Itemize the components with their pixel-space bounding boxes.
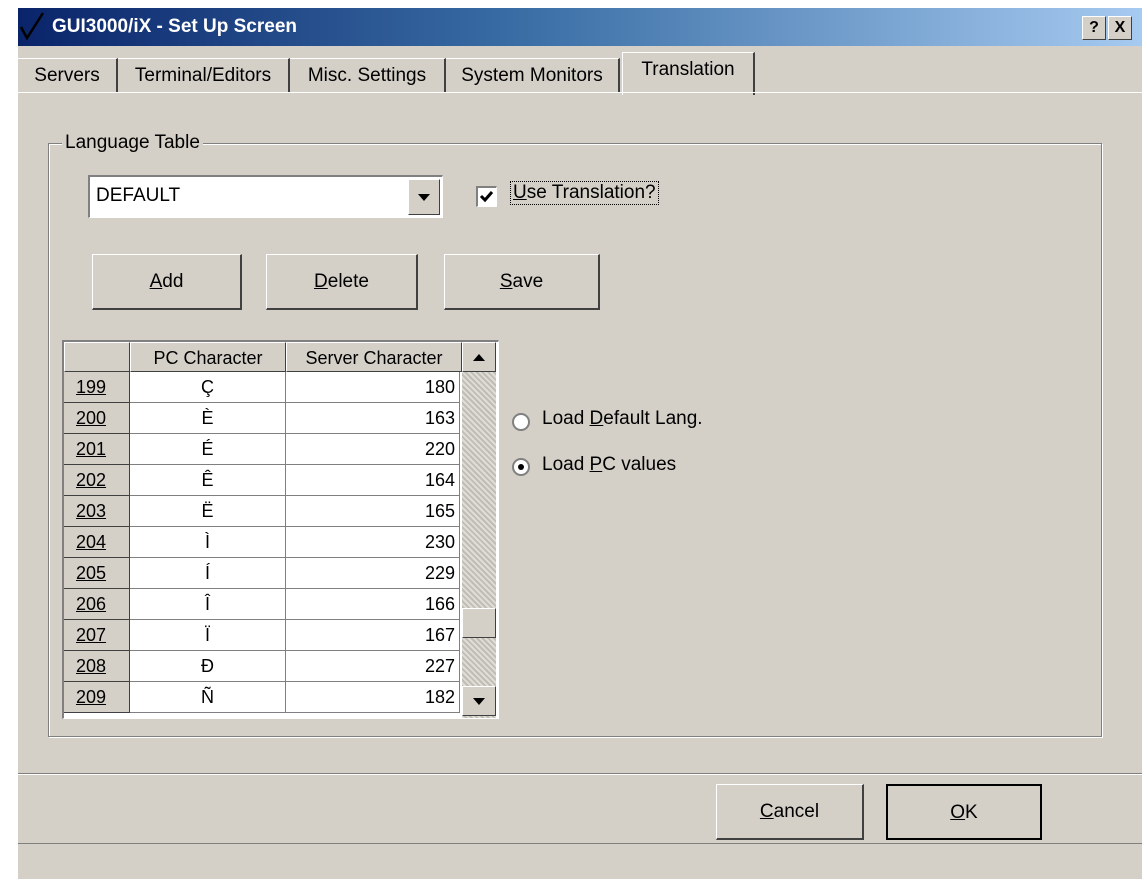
tab-strip: Servers Terminal/Editors Misc. Settings … [18, 52, 1142, 95]
save-button[interactable]: Save [444, 254, 600, 310]
server-character-cell[interactable]: 166 [286, 589, 460, 620]
row-number: 200 [64, 403, 130, 434]
use-translation-checkbox[interactable] [476, 186, 497, 207]
pc-character-cell[interactable]: Î [130, 589, 286, 620]
tab-terminal-editors[interactable]: Terminal/Editors [118, 58, 290, 93]
translation-grid[interactable]: PC Character Server Character 199 Ç 180 … [62, 340, 499, 719]
server-character-cell[interactable]: 230 [286, 527, 460, 558]
grid-corner-header [64, 342, 130, 372]
pc-character-header[interactable]: PC Character [130, 342, 286, 372]
scroll-up-button[interactable] [462, 342, 496, 372]
row-number: 202 [64, 465, 130, 496]
server-character-cell[interactable]: 227 [286, 651, 460, 682]
server-character-cell[interactable]: 182 [286, 682, 460, 713]
row-number: 201 [64, 434, 130, 465]
table-row[interactable]: 201 É 220 [64, 434, 480, 465]
pc-character-cell[interactable]: É [130, 434, 286, 465]
tab-servers[interactable]: Servers [18, 58, 118, 93]
row-number: 209 [64, 682, 130, 713]
arrow-up-icon [473, 353, 485, 361]
load-pc-values-radio[interactable] [512, 458, 530, 476]
server-character-cell[interactable]: 164 [286, 465, 460, 496]
chevron-down-icon [418, 193, 430, 201]
radio-selected-dot [518, 464, 524, 470]
use-translation-label[interactable]: Use Translation? [510, 181, 659, 205]
table-row[interactable]: 208 Ð 227 [64, 651, 480, 682]
delete-button[interactable]: Delete [266, 254, 418, 310]
table-row[interactable]: 209 Ñ 182 [64, 682, 480, 713]
pc-character-cell[interactable]: Ç [130, 372, 286, 403]
tab-label: Misc. Settings [307, 65, 427, 86]
status-bar [18, 843, 1142, 879]
pc-character-cell[interactable]: Ñ [130, 682, 286, 713]
language-select-value: DEFAULT [96, 185, 181, 206]
window-title: GUI3000/iX - Set Up Screen [52, 16, 297, 37]
row-number: 207 [64, 620, 130, 651]
table-row[interactable]: 205 Í 229 [64, 558, 480, 589]
row-number: 204 [64, 527, 130, 558]
footer-separator-highlight [18, 774, 1142, 775]
row-number: 206 [64, 589, 130, 620]
row-number: 208 [64, 651, 130, 682]
row-number: 205 [64, 558, 130, 589]
tab-divider [18, 92, 1142, 93]
tab-system-monitors[interactable]: System Monitors [446, 58, 620, 93]
tab-label: Translation [641, 59, 735, 80]
load-default-lang-radio[interactable] [512, 413, 530, 431]
language-table-label: Language Table [62, 131, 203, 155]
server-character-cell[interactable]: 165 [286, 496, 460, 527]
check-logo-icon [19, 12, 45, 41]
arrow-down-icon [473, 697, 485, 705]
pc-character-cell[interactable]: Ð [130, 651, 286, 682]
table-row[interactable]: 207 Ï 167 [64, 620, 480, 651]
server-character-cell[interactable]: 163 [286, 403, 460, 434]
table-row[interactable]: 199 Ç 180 [64, 372, 480, 403]
setup-window: GUI3000/iX - Set Up Screen ? X Servers T… [18, 8, 1142, 879]
pc-character-cell[interactable]: È [130, 403, 286, 434]
tab-label: Servers [34, 65, 100, 86]
pc-character-cell[interactable]: Í [130, 558, 286, 589]
scroll-thumb[interactable] [462, 608, 496, 638]
row-number: 199 [64, 372, 130, 403]
help-button[interactable]: ? [1082, 16, 1106, 40]
load-default-lang-label[interactable]: Load Default Lang. [542, 408, 703, 430]
add-button[interactable]: Add [92, 254, 242, 310]
table-row[interactable]: 204 Ì 230 [64, 527, 480, 558]
pc-character-cell[interactable]: Ì [130, 527, 286, 558]
scroll-down-button[interactable] [462, 686, 496, 716]
checkmark-icon [479, 191, 494, 203]
server-character-cell[interactable]: 180 [286, 372, 460, 403]
load-pc-values-label[interactable]: Load PC values [542, 454, 676, 476]
tab-translation[interactable]: Translation [622, 52, 755, 95]
pc-character-cell[interactable]: Ï [130, 620, 286, 651]
pc-character-cell[interactable]: Ë [130, 496, 286, 527]
server-character-cell[interactable]: 220 [286, 434, 460, 465]
table-row[interactable]: 202 Ê 164 [64, 465, 480, 496]
server-character-cell[interactable]: 167 [286, 620, 460, 651]
tab-label: System Monitors [461, 65, 603, 86]
table-row[interactable]: 206 Î 166 [64, 589, 480, 620]
server-character-header[interactable]: Server Character [286, 342, 462, 372]
row-number: 203 [64, 496, 130, 527]
tab-misc-settings[interactable]: Misc. Settings [290, 58, 446, 93]
table-row[interactable]: 203 Ë 165 [64, 496, 480, 527]
grid-scrollbar[interactable] [462, 342, 496, 718]
language-select[interactable]: DEFAULT [88, 175, 443, 218]
cancel-button[interactable]: Cancel [716, 784, 864, 840]
combo-dropdown-button[interactable] [408, 179, 440, 215]
pc-character-cell[interactable]: Ê [130, 465, 286, 496]
tab-label: Terminal/Editors [134, 65, 272, 86]
ok-button[interactable]: OK [886, 784, 1042, 840]
title-bar: GUI3000/iX - Set Up Screen ? X [18, 8, 1142, 46]
server-character-cell[interactable]: 229 [286, 558, 460, 589]
close-button[interactable]: X [1108, 16, 1132, 40]
table-row[interactable]: 200 È 163 [64, 403, 480, 434]
